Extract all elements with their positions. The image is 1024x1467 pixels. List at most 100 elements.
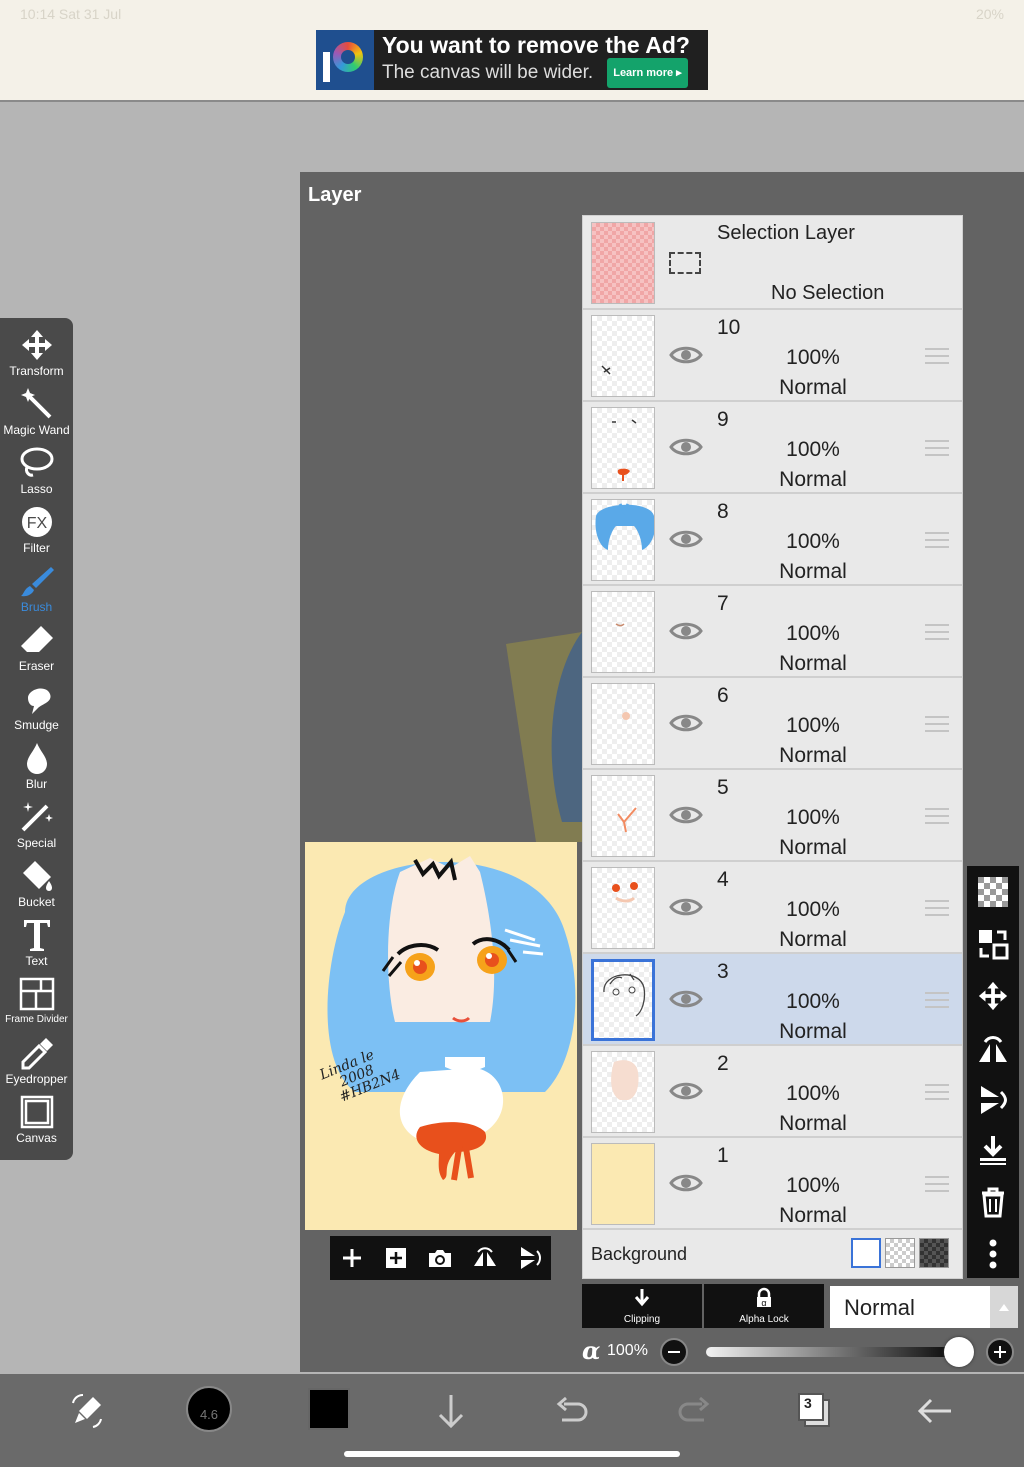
selection-marquee-icon	[669, 252, 701, 274]
bottom-bar: 4.6 3	[0, 1374, 1024, 1467]
tool-text[interactable]: Text	[0, 916, 73, 974]
bucket-icon	[0, 857, 73, 895]
eye-icon[interactable]	[669, 620, 703, 647]
background-transparent-swatch[interactable]	[885, 1238, 915, 1268]
camera-icon[interactable]	[425, 1243, 455, 1273]
drag-handle-icon[interactable]	[925, 532, 949, 548]
alpha-symbol: α	[582, 1336, 601, 1365]
drag-handle-icon[interactable]	[925, 900, 949, 916]
tool-blur[interactable]: Blur	[0, 739, 73, 797]
layer-thumbnail	[591, 591, 655, 673]
tool-filter[interactable]: FX Filter	[0, 503, 73, 561]
canvas-preview[interactable]: Linda le 2008 #HB2N4	[305, 842, 577, 1230]
tool-smudge[interactable]: Smudge	[0, 680, 73, 738]
clipping-button[interactable]: Clipping	[582, 1284, 702, 1328]
tool-brush[interactable]: Brush	[0, 562, 73, 620]
eye-icon[interactable]	[669, 896, 703, 923]
svg-text:FX: FX	[26, 515, 47, 532]
add-layer-icon[interactable]	[337, 1243, 367, 1273]
opacity-decrease-button[interactable]	[660, 1338, 688, 1366]
eye-icon[interactable]	[669, 1172, 703, 1199]
layer-row-5[interactable]: 5 100% Normal	[583, 770, 962, 862]
layer-opacity: 100%	[786, 346, 840, 369]
blend-mode-select[interactable]: Normal	[830, 1286, 1018, 1328]
drag-handle-icon[interactable]	[925, 716, 949, 732]
opacity-increase-button[interactable]	[986, 1338, 1014, 1366]
back-arrow-icon[interactable]	[910, 1386, 960, 1436]
selection-layer-row[interactable]: Selection Layer No Selection	[583, 216, 962, 310]
eye-icon[interactable]	[669, 804, 703, 831]
tool-lasso[interactable]: Lasso	[0, 444, 73, 502]
layer-row-6[interactable]: 6 100% Normal	[583, 678, 962, 770]
drag-handle-icon[interactable]	[925, 1084, 949, 1100]
alpha-lock-button[interactable]: α Alpha Lock	[704, 1284, 824, 1328]
brush-eraser-toggle-icon[interactable]	[62, 1386, 112, 1436]
layer-thumbnail	[591, 1051, 655, 1133]
layer-row-4[interactable]: 4 100% Normal	[583, 862, 962, 954]
lasso-icon	[0, 444, 73, 482]
svg-text:α: α	[761, 1298, 766, 1308]
smudge-icon	[0, 680, 73, 718]
drag-handle-icon[interactable]	[925, 440, 949, 456]
tool-special[interactable]: Special	[0, 798, 73, 856]
opacity-slider[interactable]	[706, 1347, 964, 1357]
layer-opacity: 100%	[786, 1174, 840, 1197]
drag-handle-icon[interactable]	[925, 1176, 949, 1192]
eye-icon[interactable]	[669, 712, 703, 739]
drag-handle-icon[interactable]	[925, 624, 949, 640]
background-white-swatch[interactable]	[851, 1238, 881, 1268]
layer-blend-mode: Normal	[779, 376, 847, 399]
tool-canvas[interactable]: Canvas	[0, 1093, 73, 1151]
brush-size-button[interactable]: 4.6	[186, 1386, 232, 1432]
selection-thumbnail	[591, 222, 655, 304]
drag-handle-icon[interactable]	[925, 808, 949, 824]
layer-row-2[interactable]: 2 100% Normal	[583, 1046, 962, 1138]
layer-row-9[interactable]: 9 100% Normal	[583, 402, 962, 494]
tool-bucket[interactable]: Bucket	[0, 857, 73, 915]
drag-handle-icon[interactable]	[925, 348, 949, 364]
drop-icon	[0, 739, 73, 777]
tool-frame-divider[interactable]: Frame Divider	[0, 975, 73, 1033]
background-row: Background	[583, 1230, 962, 1278]
layer-opacity: 100%	[786, 898, 840, 921]
drag-handle-icon[interactable]	[925, 992, 949, 1008]
tool-eraser[interactable]: Eraser	[0, 621, 73, 679]
more-options-icon[interactable]	[967, 1232, 1019, 1276]
layer-number: 3	[717, 960, 729, 983]
layer-thumbnail	[591, 1143, 655, 1225]
color-swatch[interactable]	[308, 1388, 350, 1430]
flip-vertical-icon[interactable]	[514, 1243, 544, 1273]
layer-row-3[interactable]: 3 100% Normal	[583, 954, 962, 1046]
checker-icon[interactable]	[967, 870, 1019, 914]
move-layer-icon[interactable]	[967, 974, 1019, 1018]
tool-magic-wand[interactable]: Magic Wand	[0, 385, 73, 443]
layer-swap-icon[interactable]	[967, 922, 1019, 966]
flip-horizontal-icon[interactable]	[967, 1028, 1019, 1072]
tool-transform[interactable]: Transform	[0, 326, 73, 384]
merge-down-icon[interactable]	[967, 1128, 1019, 1172]
layer-row-1[interactable]: 1 100% Normal	[583, 1138, 962, 1230]
layer-row-10[interactable]: 10 100% Normal	[583, 310, 962, 402]
eye-icon[interactable]	[669, 988, 703, 1015]
arrow-down-icon[interactable]	[426, 1386, 476, 1436]
undo-icon[interactable]	[548, 1386, 598, 1436]
learn-more-button[interactable]: Learn more ▸	[607, 58, 688, 88]
trash-icon[interactable]	[967, 1180, 1019, 1224]
background-dark-swatch[interactable]	[919, 1238, 949, 1268]
eye-icon[interactable]	[669, 344, 703, 371]
ad-banner[interactable]: You want to remove the Ad? The canvas wi…	[316, 30, 708, 90]
flip-horizontal-icon[interactable]	[470, 1243, 500, 1273]
opacity-slider-handle[interactable]	[944, 1337, 974, 1367]
frame-divider-icon	[0, 975, 73, 1013]
eye-icon[interactable]	[669, 528, 703, 555]
redo-icon[interactable]	[668, 1386, 718, 1436]
tool-label: Smudge	[14, 718, 59, 732]
layer-row-7[interactable]: 7 100% Normal	[583, 586, 962, 678]
eye-icon[interactable]	[669, 1080, 703, 1107]
flip-vertical-icon[interactable]	[967, 1078, 1019, 1122]
eye-icon[interactable]	[669, 436, 703, 463]
layer-row-8[interactable]: 8 100% Normal	[583, 494, 962, 586]
add-copy-layer-icon[interactable]	[381, 1243, 411, 1273]
tool-eyedropper[interactable]: Eyedropper	[0, 1034, 73, 1092]
layers-button[interactable]: 3	[790, 1386, 840, 1436]
